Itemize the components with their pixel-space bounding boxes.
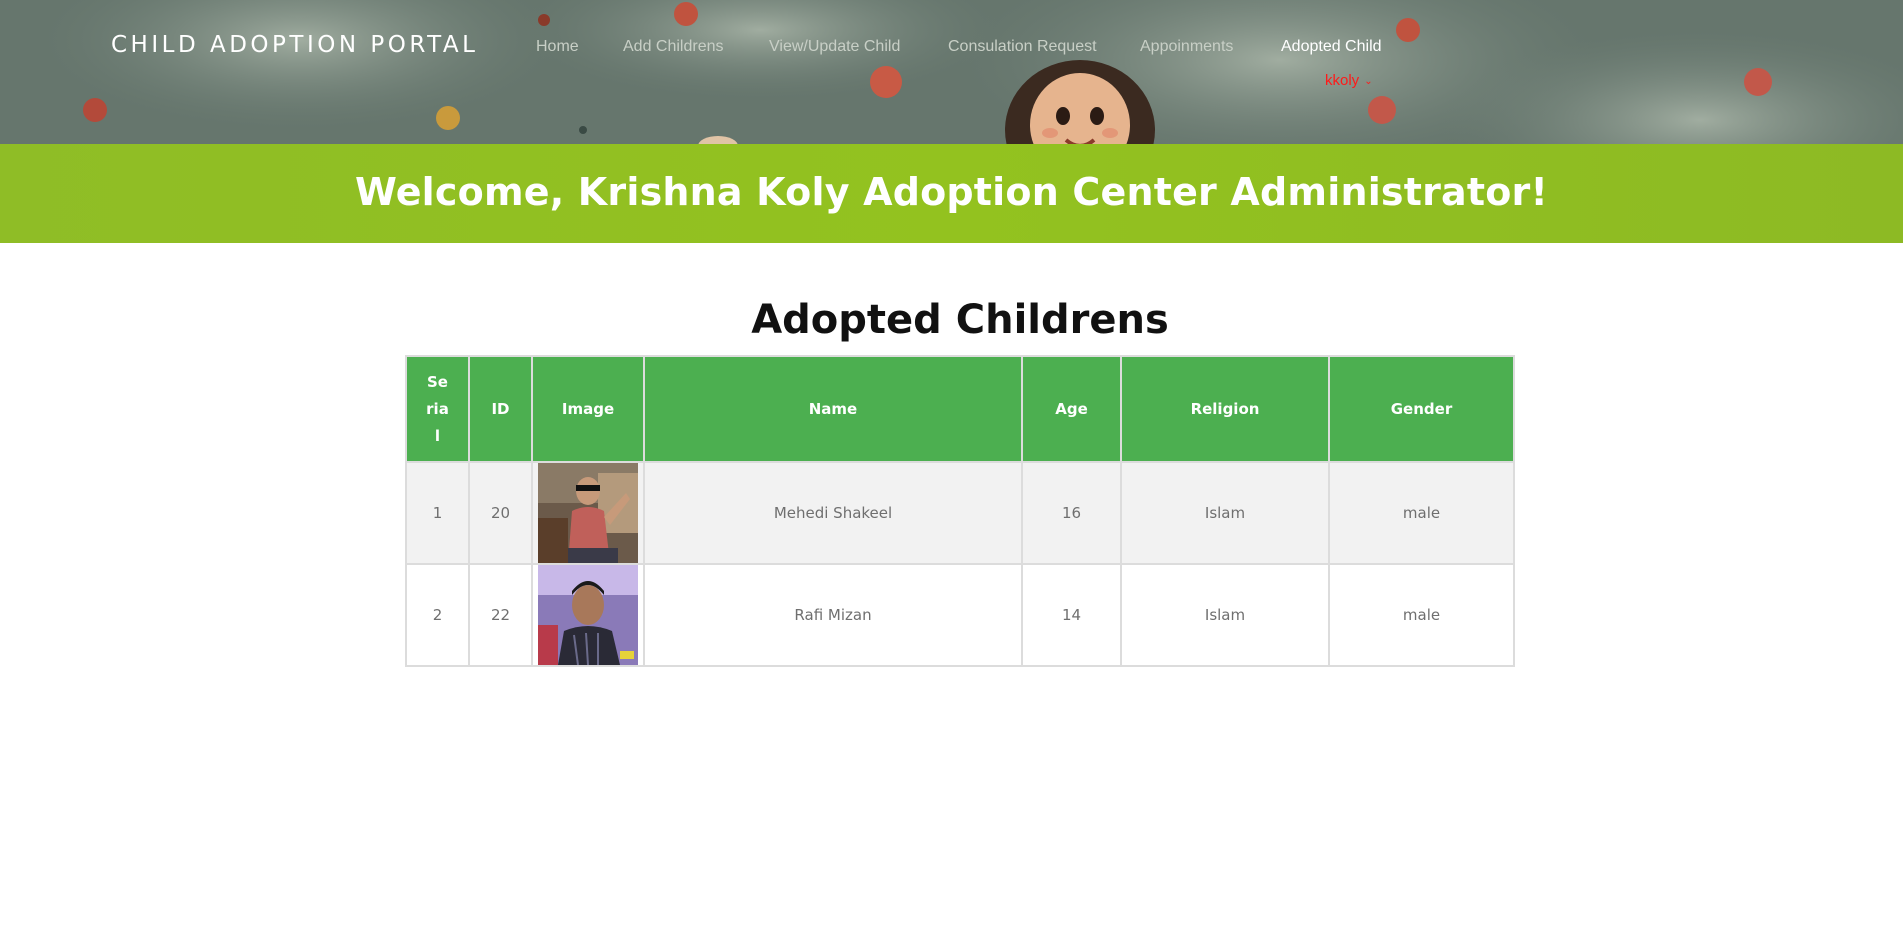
welcome-heading: Welcome, Krishna Koly Adoption Center Ad… xyxy=(354,170,1549,214)
cell-id: 20 xyxy=(468,461,533,565)
top-navigation-bar: CHILD ADOPTION PORTAL Home Add Childrens… xyxy=(0,0,1903,144)
welcome-banner: Welcome, Krishna Koly Adoption Center Ad… xyxy=(0,144,1903,243)
cell-religion: Islam xyxy=(1120,461,1330,565)
cell-image xyxy=(531,563,645,667)
nav-add-childrens[interactable]: Add Childrens xyxy=(623,38,724,56)
column-header-religion: Religion xyxy=(1120,355,1330,463)
user-menu-dropdown[interactable]: kkoly ⌄ xyxy=(1325,72,1373,89)
cell-age: 14 xyxy=(1021,563,1122,667)
column-header-age: Age xyxy=(1021,355,1122,463)
nav-home[interactable]: Home xyxy=(536,38,579,56)
column-header-gender: Gender xyxy=(1328,355,1515,463)
column-header-serial: Serial xyxy=(405,355,470,463)
table-row: 1 20 Mehedi Shakeel 16 Islam male xyxy=(405,461,1515,565)
cell-age: 16 xyxy=(1021,461,1122,565)
column-header-name: Name xyxy=(643,355,1023,463)
nav-appoinments[interactable]: Appoinments xyxy=(1140,38,1233,56)
user-name: kkoly xyxy=(1325,72,1360,89)
table-row: 2 22 Rafi Mizan 14 Islam male xyxy=(405,563,1515,667)
cell-name: Rafi Mizan xyxy=(643,563,1023,667)
cell-image xyxy=(531,461,645,565)
header-hero: CHILD ADOPTION PORTAL Home Add Childrens… xyxy=(0,0,1903,243)
cell-name: Mehedi Shakeel xyxy=(643,461,1023,565)
column-header-image: Image xyxy=(531,355,645,463)
cell-religion: Islam xyxy=(1120,563,1330,667)
cell-serial: 2 xyxy=(405,563,470,667)
nav-adopted-child[interactable]: Adopted Child xyxy=(1281,38,1382,56)
child-photo-icon[interactable] xyxy=(538,463,638,563)
nav-consulation-request[interactable]: Consulation Request xyxy=(948,38,1097,56)
brand-logo-text[interactable]: CHILD ADOPTION PORTAL xyxy=(111,32,478,58)
nav-view-update-child[interactable]: View/Update Child xyxy=(769,38,900,56)
table-header-row: Serial ID Image Name Age Religion Gender xyxy=(405,355,1515,463)
column-header-id: ID xyxy=(468,355,533,463)
child-photo-icon[interactable] xyxy=(538,565,638,665)
chevron-down-icon: ⌄ xyxy=(1364,76,1373,87)
page-title: Adopted Childrens xyxy=(751,297,1169,343)
cell-gender: male xyxy=(1328,563,1515,667)
cell-gender: male xyxy=(1328,461,1515,565)
adopted-children-table: Serial ID Image Name Age Religion Gender… xyxy=(405,355,1515,667)
cell-id: 22 xyxy=(468,563,533,667)
cell-serial: 1 xyxy=(405,461,470,565)
